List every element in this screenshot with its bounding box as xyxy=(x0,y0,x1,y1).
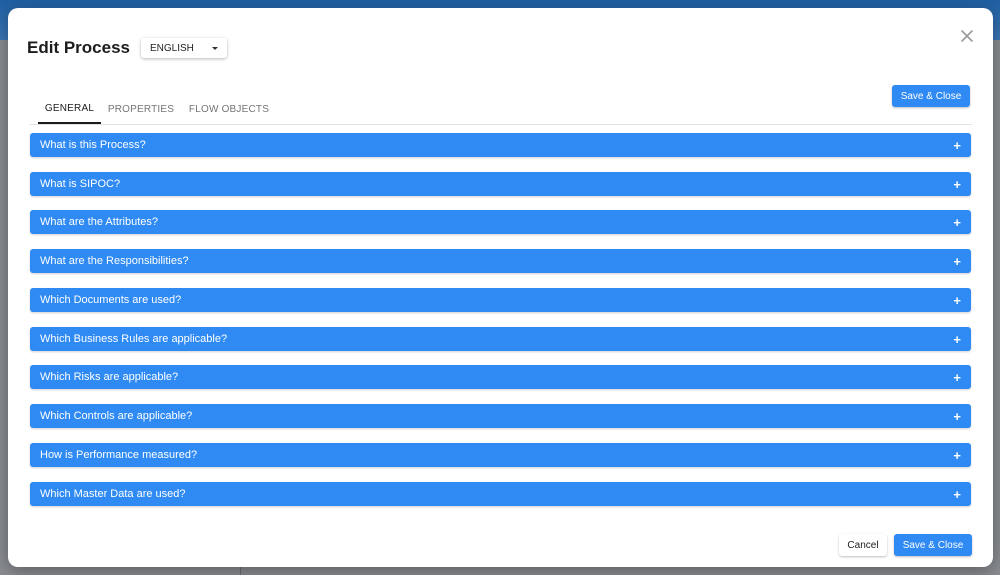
tab-general[interactable]: GENERAL xyxy=(38,95,101,124)
accordion-master-data[interactable]: Which Master Data are used? + xyxy=(30,482,971,506)
language-select[interactable]: ENGLISH xyxy=(141,38,227,58)
accordion-label: Which Documents are used? xyxy=(40,294,182,306)
accordion-label: Which Risks are applicable? xyxy=(40,371,179,383)
dialog-title: Edit Process xyxy=(27,38,130,57)
cancel-button[interactable]: Cancel xyxy=(839,534,887,556)
accordion-what-is-sipoc[interactable]: What is SIPOC? + xyxy=(30,172,971,196)
accordion-controls[interactable]: Which Controls are applicable? + xyxy=(30,404,971,428)
plus-icon: + xyxy=(953,408,961,424)
accordion-what-is-this-process[interactable]: What is this Process? + xyxy=(30,133,971,157)
tab-properties[interactable]: PROPERTIES xyxy=(105,95,177,123)
plus-icon: + xyxy=(953,447,961,463)
plus-icon: + xyxy=(953,292,961,308)
plus-icon: + xyxy=(953,137,961,153)
language-select-value: ENGLISH xyxy=(150,42,194,54)
tab-flow-objects[interactable]: FLOW OBJECTS xyxy=(186,95,272,123)
accordion-business-rules[interactable]: Which Business Rules are applicable? + xyxy=(30,327,971,351)
plus-icon: + xyxy=(953,486,961,502)
accordion-label: What is this Process? xyxy=(40,139,146,151)
edit-process-dialog: Edit Process ENGLISH Save & Close GENERA… xyxy=(8,8,993,567)
accordion-label: What are the Attributes? xyxy=(40,216,159,228)
plus-icon: + xyxy=(953,331,961,347)
plus-icon: + xyxy=(953,253,961,269)
accordion-documents[interactable]: Which Documents are used? + xyxy=(30,288,971,312)
save-close-button-bottom[interactable]: Save & Close xyxy=(894,534,972,556)
accordion-label: What are the Responsibilities? xyxy=(40,255,189,267)
accordion-attributes[interactable]: What are the Attributes? + xyxy=(30,210,971,234)
accordion-risks[interactable]: Which Risks are applicable? + xyxy=(30,365,971,389)
accordion-performance[interactable]: How is Performance measured? + xyxy=(30,443,971,467)
tab-bar: GENERAL PROPERTIES FLOW OBJECTS xyxy=(30,95,972,125)
plus-icon: + xyxy=(953,214,961,230)
accordion-label: How is Performance measured? xyxy=(40,449,198,461)
accordion-label: Which Controls are applicable? xyxy=(40,410,193,422)
plus-icon: + xyxy=(953,176,961,192)
plus-icon: + xyxy=(953,369,961,385)
accordion-label: Which Business Rules are applicable? xyxy=(40,333,228,345)
accordion-label: Which Master Data are used? xyxy=(40,488,186,500)
accordion-label: What is SIPOC? xyxy=(40,178,121,190)
close-icon[interactable] xyxy=(959,28,975,44)
accordion-responsibilities[interactable]: What are the Responsibilities? + xyxy=(30,249,971,273)
chevron-down-icon xyxy=(212,46,218,50)
